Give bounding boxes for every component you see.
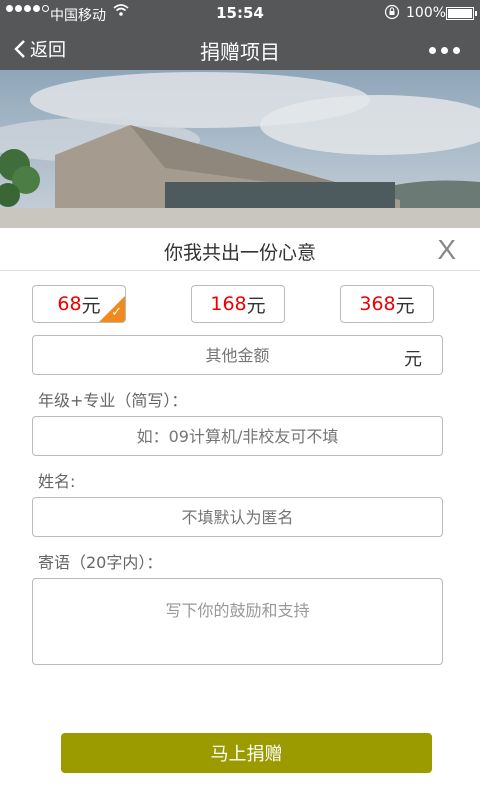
modal-title: 你我共出一份心意: [163, 242, 316, 264]
nav-bar: 返回 捐赠项目: [0, 26, 480, 70]
other-amount-input[interactable]: [33, 344, 442, 366]
amount-unit: 元: [395, 294, 415, 317]
name-field[interactable]: [32, 497, 443, 537]
grade-major-field[interactable]: [32, 416, 443, 456]
message-textarea[interactable]: 写下你的鼓励和支持: [32, 578, 443, 665]
battery-percentage: 100%: [406, 5, 447, 21]
amount-unit: 元: [246, 294, 266, 317]
other-amount-field[interactable]: 元: [32, 335, 443, 375]
message-label: 寄语（20字内）：: [38, 553, 163, 572]
hero-image: [0, 70, 480, 228]
amount-unit: 元: [81, 294, 101, 317]
amount-value: 168: [210, 293, 247, 315]
name-input[interactable]: [33, 506, 442, 528]
name-label: 姓名:: [38, 472, 76, 491]
amount-option-168[interactable]: 168 元: [191, 285, 285, 323]
close-button[interactable]: X: [437, 234, 456, 266]
status-bar: 中国移动 15:54 100%: [0, 0, 480, 26]
checkmark-icon: ✓: [111, 305, 122, 320]
rotation-lock-icon: [384, 4, 400, 24]
page-title: 捐赠项目: [200, 40, 280, 64]
more-menu-icon[interactable]: [429, 47, 460, 54]
amount-option-368[interactable]: 368 元: [340, 285, 434, 323]
grade-major-input[interactable]: [33, 425, 442, 447]
amount-option-68[interactable]: 68 元 ✓: [32, 285, 126, 323]
amount-value: 68: [57, 293, 82, 315]
message-placeholder: 写下你的鼓励和支持: [165, 601, 310, 620]
donate-now-button[interactable]: 马上捐赠: [61, 733, 432, 773]
donation-modal: 你我共出一份心意 X 68 元 ✓ 168元 368元 元 年级+专业（简写）：…: [0, 228, 480, 803]
other-amount-unit: 元: [404, 349, 422, 370]
amount-value: 368: [359, 293, 396, 315]
battery-icon: [446, 7, 477, 20]
grade-major-label: 年级+专业（简写）：: [38, 391, 188, 410]
modal-header: 你我共出一份心意 X: [0, 228, 480, 271]
